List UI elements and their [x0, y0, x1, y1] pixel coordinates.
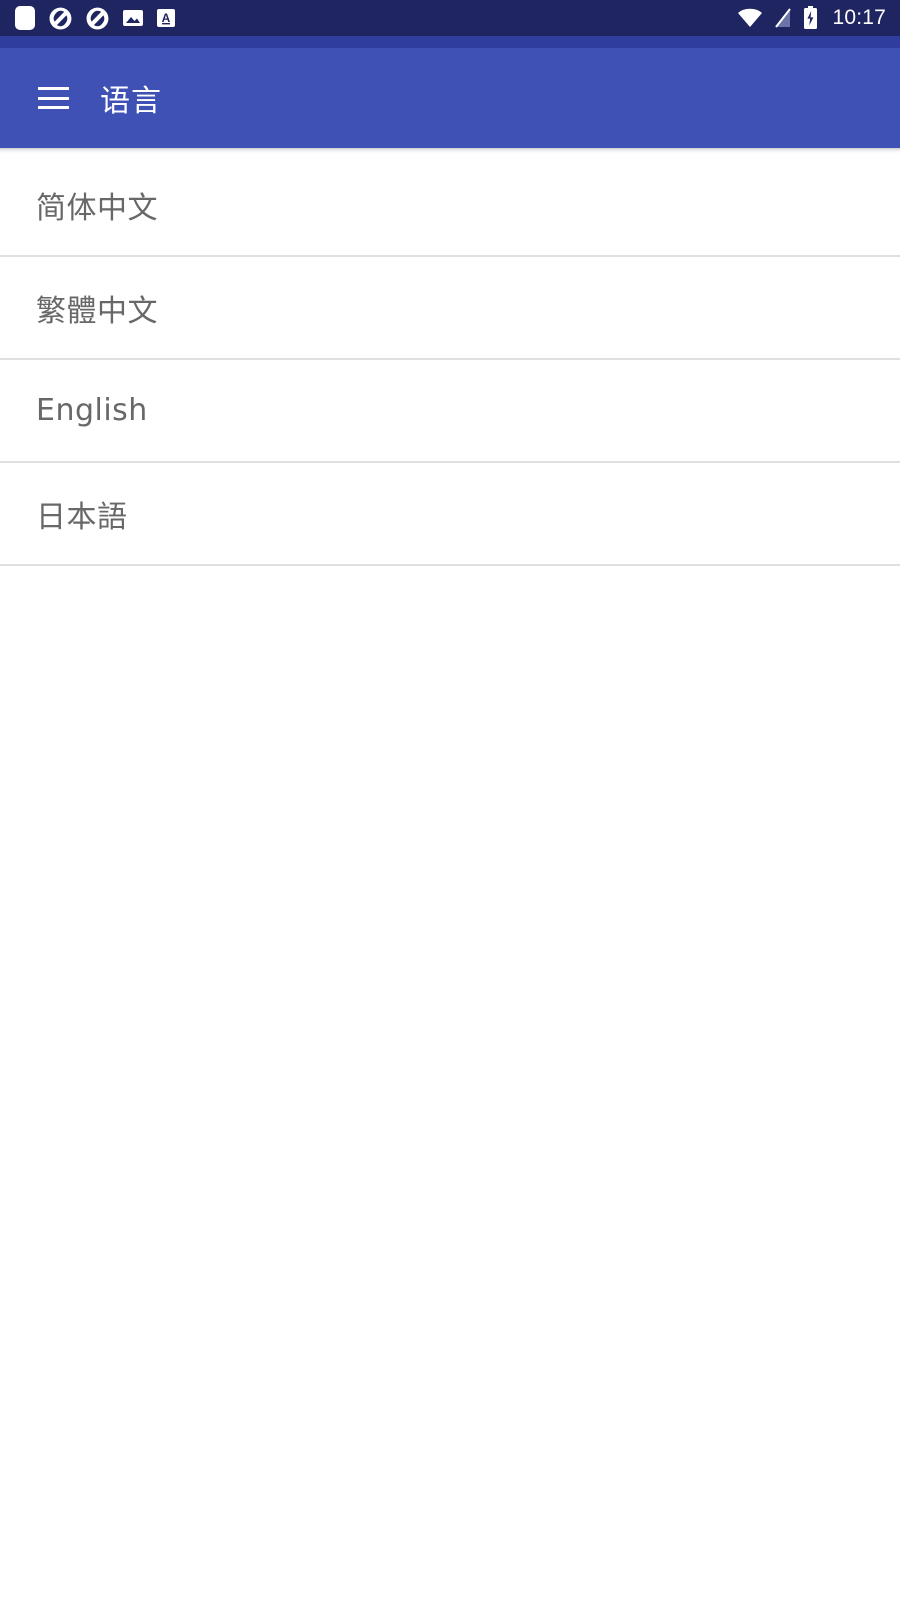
- signal-off-icon: [773, 7, 793, 29]
- rounded-square-app-icon: [14, 5, 36, 31]
- status-bar-clock: 10:17: [832, 6, 886, 29]
- hamburger-bar-2: [38, 96, 69, 100]
- list-item-simplified-chinese[interactable]: 简体中文: [0, 154, 900, 257]
- list-item-label: 简体中文: [36, 190, 158, 226]
- status-bar: A 10:17: [0, 0, 900, 36]
- battery-charging-icon: [803, 6, 818, 30]
- app-screen: A 10:17 语言 简体中文 繁體中文 English 日本語: [0, 0, 900, 1600]
- status-band: [0, 36, 900, 48]
- swirl-app-icon-1: [48, 6, 73, 31]
- list-item-traditional-chinese[interactable]: 繁體中文: [0, 257, 900, 360]
- list-item-english[interactable]: English: [0, 360, 900, 463]
- swirl-app-icon-2: [85, 6, 110, 31]
- svg-text:A: A: [162, 11, 171, 25]
- list-item-label: English: [36, 393, 148, 428]
- app-bar: 语言: [0, 48, 900, 148]
- hamburger-bar-1: [38, 87, 69, 90]
- status-bar-right-icons: 10:17: [737, 6, 886, 30]
- list-item-label: 繁體中文: [36, 293, 158, 329]
- hamburger-menu-icon[interactable]: [38, 87, 69, 109]
- status-bar-left-icons: A: [14, 5, 176, 31]
- empty-content-area: [0, 566, 900, 1600]
- hamburger-bar-3: [38, 106, 69, 109]
- list-item-label: 日本語: [36, 499, 128, 535]
- language-list: 简体中文 繁體中文 English 日本語: [0, 154, 900, 566]
- list-item-japanese[interactable]: 日本語: [0, 463, 900, 566]
- image-notification-icon: [122, 7, 144, 29]
- wifi-icon: [737, 8, 763, 28]
- page-title: 语言: [100, 84, 162, 119]
- text-font-notification-icon: A: [156, 7, 176, 29]
